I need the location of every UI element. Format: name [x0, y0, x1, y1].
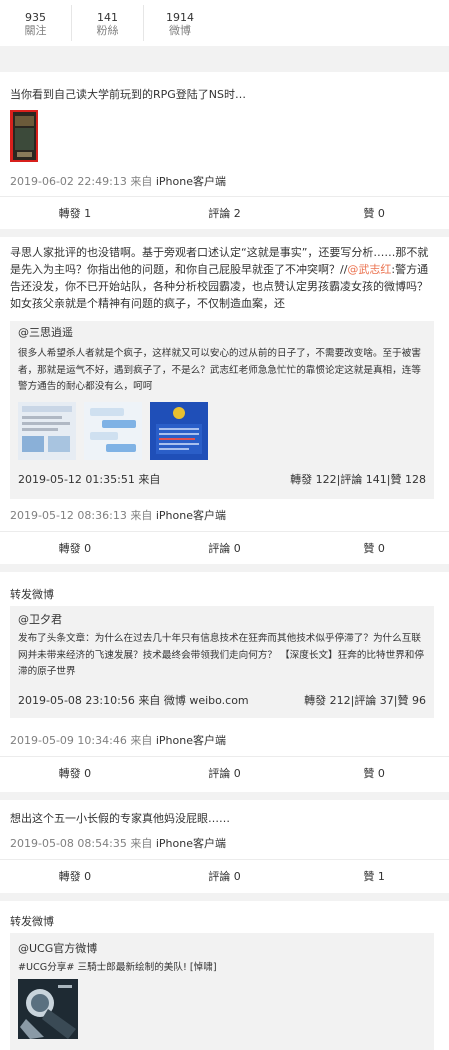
repost-button[interactable]: 轉發 0: [0, 860, 150, 893]
comment-button[interactable]: 評論 0: [150, 532, 300, 565]
stat-following-label: 關注: [24, 24, 47, 37]
retweet-user-link[interactable]: @UCG官方微博: [18, 942, 97, 956]
stat-posts-count: 1914: [166, 11, 194, 24]
retweet-image-artwork[interactable]: [18, 979, 78, 1039]
retweet-user-link[interactable]: @三思逍遥: [18, 326, 73, 340]
retweet-counts[interactable]: 轉發 212|評論 37|贊 96: [304, 694, 426, 708]
repost-button[interactable]: 轉發 0: [0, 532, 150, 565]
retweet-meta: 2019-05-08 23:10:56 来自 微博 weibo.com 轉發 2…: [18, 694, 426, 708]
stat-followers[interactable]: 141 粉絲: [72, 5, 144, 41]
retweet-image-chat[interactable]: [84, 402, 142, 460]
retweet-counts[interactable]: 轉發 122|評論 141|贊 128: [290, 473, 426, 487]
post-meta: 2019-05-08 08:54:35 来自 iPhone客户端: [10, 837, 226, 851]
post-card: 寻思人家批评的也没错啊。基于旁观者口述认定“这就是事实”，还要写分析……那不就是…: [0, 237, 449, 564]
retweet-image-screenshot[interactable]: [18, 402, 76, 460]
post-image-game-box[interactable]: [10, 110, 38, 162]
retweet-user-link[interactable]: @卫夕君: [18, 613, 62, 627]
post-actions: 轉發 0 評論 0 贊 0: [0, 756, 449, 790]
retweet-box[interactable]: @UCG官方微博 #UCG分享# 三騎士郎最新绘制的美队! [悼啸]: [10, 933, 434, 1050]
like-button[interactable]: 贊 0: [299, 197, 449, 230]
post-source-link[interactable]: iPhone客户端: [156, 734, 226, 747]
post-source-link[interactable]: iPhone客户端: [156, 175, 226, 188]
retweet-timestamp: 2019-05-12 01:35:51 来自: [18, 473, 161, 486]
comment-button[interactable]: 評論 0: [150, 860, 300, 893]
post-source-link[interactable]: iPhone客户端: [156, 837, 226, 850]
stat-posts[interactable]: 1914 微博: [144, 5, 216, 41]
like-button[interactable]: 贊 1: [299, 860, 449, 893]
post-timestamp: 2019-06-02 22:49:13 来自: [10, 175, 153, 188]
post-timestamp: 2019-05-08 08:54:35 来自: [10, 837, 153, 850]
retweet-text: 很多人希望杀人者就是个疯子，这样就又可以安心的过从前的日子了，不需要改变啥。至于…: [18, 348, 421, 392]
post-actions: 轉發 0 評論 0 贊 1: [0, 859, 449, 893]
comment-button[interactable]: 評論 2: [150, 197, 300, 230]
retweet-timestamp: 2019-05-08 23:10:56 来自 微博 weibo.com: [18, 694, 249, 707]
repost-button[interactable]: 轉發 1: [0, 197, 150, 230]
post-actions: 轉發 1 評論 2 贊 0: [0, 196, 449, 230]
post-text: 当你看到自己读大学前玩到的RPG登陆了NS时…: [10, 88, 247, 101]
post-card: 想出这个五一小长假的专家真他妈没屁眼…… 2019-05-08 08:54:35…: [0, 800, 449, 893]
retweet-text: 发布了头条文章：为什么在过去几十年只有信息技术在狂奔而其他技术似乎停滞了？为什么…: [18, 633, 424, 677]
mention-link[interactable]: @武志红: [347, 263, 391, 276]
post-text: 转发微博: [10, 915, 54, 928]
retweet-image-police-notice[interactable]: [150, 402, 208, 460]
stat-followers-count: 141: [97, 11, 118, 24]
stat-following-count: 935: [25, 11, 46, 24]
stat-posts-label: 微博: [169, 24, 191, 37]
post-card: 转发微博 @UCG官方微博 #UCG分享# 三騎士郎最新绘制的美队! [悼啸]: [0, 901, 449, 1050]
post-text: 想出这个五一小长假的专家真他妈没屁眼……: [10, 812, 230, 825]
retweet-meta: 2019-05-12 01:35:51 来自 轉發 122|評論 141|贊 1…: [18, 473, 426, 487]
repost-button[interactable]: 轉發 0: [0, 757, 150, 790]
post-meta: 2019-06-02 22:49:13 来自 iPhone客户端: [10, 175, 226, 189]
post-card: 当你看到自己读大学前玩到的RPG登陆了NS时… 2019-06-02 22:49…: [0, 72, 449, 229]
post-card: 转发微博 @卫夕君 发布了头条文章：为什么在过去几十年只有信息技术在狂奔而其他技…: [0, 572, 449, 792]
like-button[interactable]: 贊 0: [299, 757, 449, 790]
post-text: 转发微博: [10, 588, 54, 601]
post-meta: 2019-05-12 08:36:13 来自 iPhone客户端: [10, 509, 226, 523]
post-actions: 轉發 0 評論 0 贊 0: [0, 531, 449, 565]
retweet-text: #UCG分享# 三騎士郎最新绘制的美队! [悼啸]: [18, 962, 217, 973]
post-meta: 2019-05-09 10:34:46 来自 iPhone客户端: [10, 734, 226, 748]
post-source-link[interactable]: iPhone客户端: [156, 509, 226, 522]
comment-button[interactable]: 評論 0: [150, 757, 300, 790]
like-button[interactable]: 贊 0: [299, 532, 449, 565]
retweet-box[interactable]: @卫夕君 发布了头条文章：为什么在过去几十年只有信息技术在狂奔而其他技术似乎停滞…: [10, 606, 434, 718]
profile-stats-bar: 935 關注 141 粉絲 1914 微博: [0, 0, 449, 46]
post-text: 寻思人家批评的也没错啊。基于旁观者口述认定“这就是事实”，还要写分析……那不就是…: [10, 244, 438, 312]
stat-following[interactable]: 935 關注: [0, 5, 72, 41]
post-timestamp: 2019-05-12 08:36:13 来自: [10, 509, 153, 522]
post-timestamp: 2019-05-09 10:34:46 来自: [10, 734, 153, 747]
retweet-box[interactable]: @三思逍遥 很多人希望杀人者就是个疯子，这样就又可以安心的过从前的日子了，不需要…: [10, 321, 434, 499]
stat-followers-label: 粉絲: [96, 24, 119, 37]
